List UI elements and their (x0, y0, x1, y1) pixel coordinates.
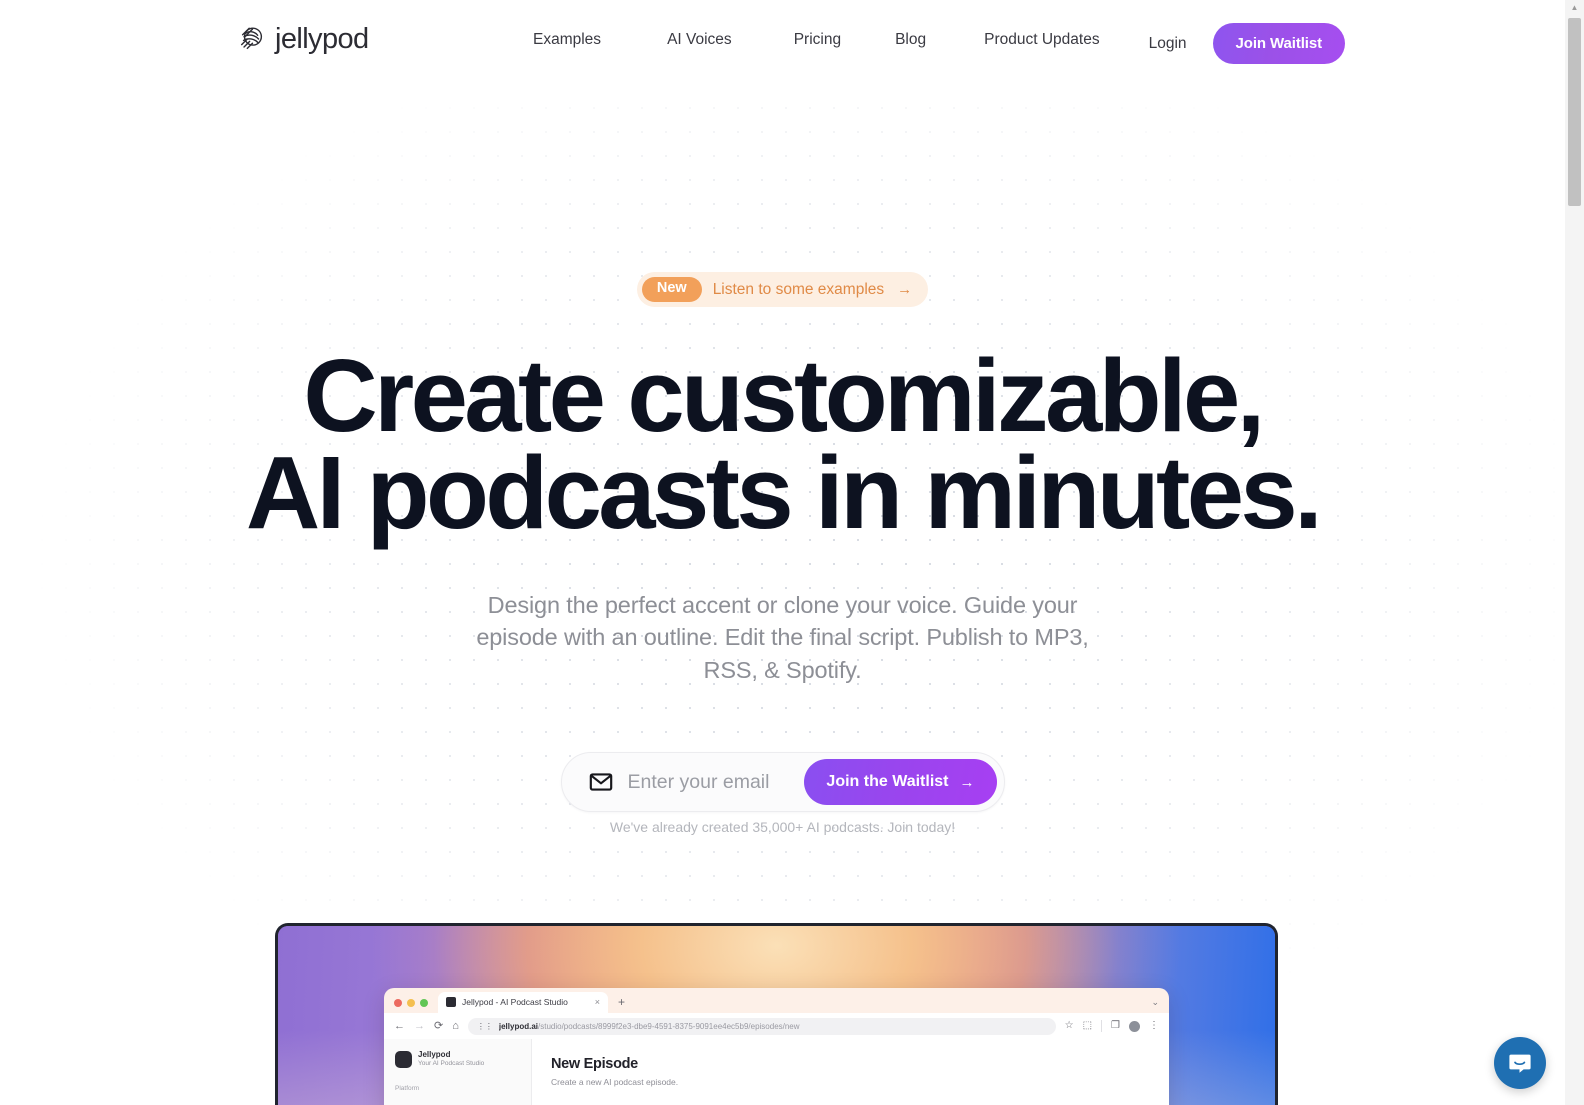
new-tab-button[interactable]: + (618, 995, 625, 1013)
primary-nav: Examples AI Voices Pricing Blog Product … (533, 31, 1100, 49)
waitlist-social-proof: We've already created 35,000+ AI podcast… (609, 819, 956, 835)
extensions-icon[interactable]: ⬚ (1083, 1021, 1092, 1031)
sidebar-section-label: Platform (395, 1085, 420, 1093)
browser-toolbar: ← → ⟳ ⌂ ⋮⋮ jellypod.ai/studio/podcasts/8… (384, 1013, 1169, 1039)
address-bar-url: jellypod.ai/studio/podcasts/8999f2e3-dbe… (499, 1022, 800, 1031)
hero-headline: Create customizable, AI podcasts in minu… (0, 344, 1565, 550)
scroll-up-arrow[interactable]: ▲ (1565, 0, 1584, 15)
bookmark-star-icon[interactable]: ☆ (1065, 1021, 1074, 1031)
header-actions: Login Join Waitlist (1149, 23, 1345, 64)
minimize-window-button[interactable] (407, 999, 415, 1007)
toolbar-divider (1101, 1020, 1103, 1032)
jellyfish-logo-icon (240, 27, 263, 50)
maximize-window-button[interactable] (420, 999, 428, 1007)
nav-link-examples[interactable]: Examples (533, 31, 601, 49)
home-icon[interactable]: ⌂ (452, 1020, 459, 1032)
product-screenshot-mockup: Jellypod - AI Podcast Studio × + ⌄ ← → ⟳… (275, 923, 1278, 1105)
brand-logo-link[interactable]: jellypod (237, 24, 369, 54)
reload-icon[interactable]: ⟳ (434, 1020, 443, 1032)
badge-new-pill: New (641, 277, 702, 302)
waitlist-form: Join the Waitlist → (560, 752, 1005, 812)
nav-link-ai-voices[interactable]: AI Voices (667, 31, 732, 49)
app-sidebar: Jellypod Your AI Podcast Studio Platform (384, 1039, 532, 1105)
browser-tabbar: Jellypod - AI Podcast Studio × + ⌄ (384, 988, 1169, 1013)
chat-widget-button[interactable] (1494, 1037, 1546, 1089)
email-input[interactable] (627, 770, 805, 794)
announcement-badge[interactable]: New Listen to some examples → (636, 272, 929, 307)
announcement-badge-wrap: New Listen to some examples → (0, 272, 1565, 307)
nav-link-pricing[interactable]: Pricing (794, 31, 841, 49)
login-link[interactable]: Login (1149, 35, 1187, 53)
favicon-icon (446, 997, 456, 1007)
profile-avatar[interactable] (1129, 1020, 1140, 1032)
app-page-subtitle: Create a new AI podcast episode. (551, 1077, 679, 1087)
nav-link-product-updates[interactable]: Product Updates (984, 31, 1099, 49)
page-scrollbar[interactable]: ▲ (1565, 0, 1584, 1105)
close-tab-icon[interactable]: × (589, 997, 600, 1007)
badge-label: Listen to some examples (712, 280, 885, 298)
arrow-right-icon: → (897, 280, 913, 298)
url-domain: jellypod.ai (498, 1021, 538, 1031)
hero-subheadline: Design the perfect accent or clone your … (476, 592, 1089, 683)
app-brand[interactable]: Jellypod Your AI Podcast Studio (395, 1050, 520, 1068)
app-viewport: Jellypod Your AI Podcast Studio Platform… (384, 1039, 1169, 1105)
page-root: jellypod Examples AI Voices Pricing Blog… (0, 0, 1584, 1105)
envelope-icon (589, 773, 612, 791)
intercom-chat-icon (1509, 1054, 1531, 1073)
window-traffic-lights (394, 999, 428, 1013)
join-waitlist-button[interactable]: Join Waitlist (1212, 23, 1345, 64)
app-brand-name: Jellypod (418, 1050, 451, 1059)
app-page-title: New Episode (551, 1056, 638, 1072)
nav-link-blog[interactable]: Blog (895, 31, 926, 49)
join-button-label: Join the Waitlist (826, 773, 949, 790)
close-window-button[interactable] (394, 999, 402, 1007)
arrow-right-icon: → (959, 773, 975, 791)
url-path: /studio/podcasts/8999f2e3-dbe9-4591-8375… (538, 1021, 800, 1031)
chevron-down-icon[interactable]: ⌄ (1151, 997, 1169, 1013)
browser-menu-icon[interactable]: ⋮ (1149, 1021, 1159, 1031)
address-bar[interactable]: ⋮⋮ jellypod.ai/studio/podcasts/8999f2e3-… (467, 1017, 1056, 1035)
app-main-content: New Episode Create a new AI podcast epis… (532, 1039, 1169, 1105)
split-view-icon[interactable]: ❐ (1111, 1021, 1120, 1031)
tab-title: Jellypod - AI Podcast Studio (462, 997, 568, 1007)
browser-tab[interactable]: Jellypod - AI Podcast Studio × (438, 992, 608, 1013)
site-header: jellypod Examples AI Voices Pricing Blog… (0, 0, 1565, 88)
brand-name: jellypod (275, 22, 369, 55)
forward-icon[interactable]: → (414, 1020, 425, 1032)
join-the-waitlist-button[interactable]: Join the Waitlist → (804, 759, 997, 805)
headline-line-2: AI podcasts in minutes. (245, 434, 1323, 550)
site-info-icon[interactable]: ⋮⋮ (477, 1022, 493, 1031)
app-brand-subtitle: Your AI Podcast Studio (418, 1060, 485, 1067)
app-brand-text: Jellypod Your AI Podcast Studio (418, 1050, 484, 1068)
scrollbar-thumb[interactable] (1568, 18, 1581, 206)
browser-window: Jellypod - AI Podcast Studio × + ⌄ ← → ⟳… (384, 988, 1169, 1105)
back-icon[interactable]: ← (394, 1020, 405, 1032)
app-logo-icon (395, 1050, 412, 1068)
